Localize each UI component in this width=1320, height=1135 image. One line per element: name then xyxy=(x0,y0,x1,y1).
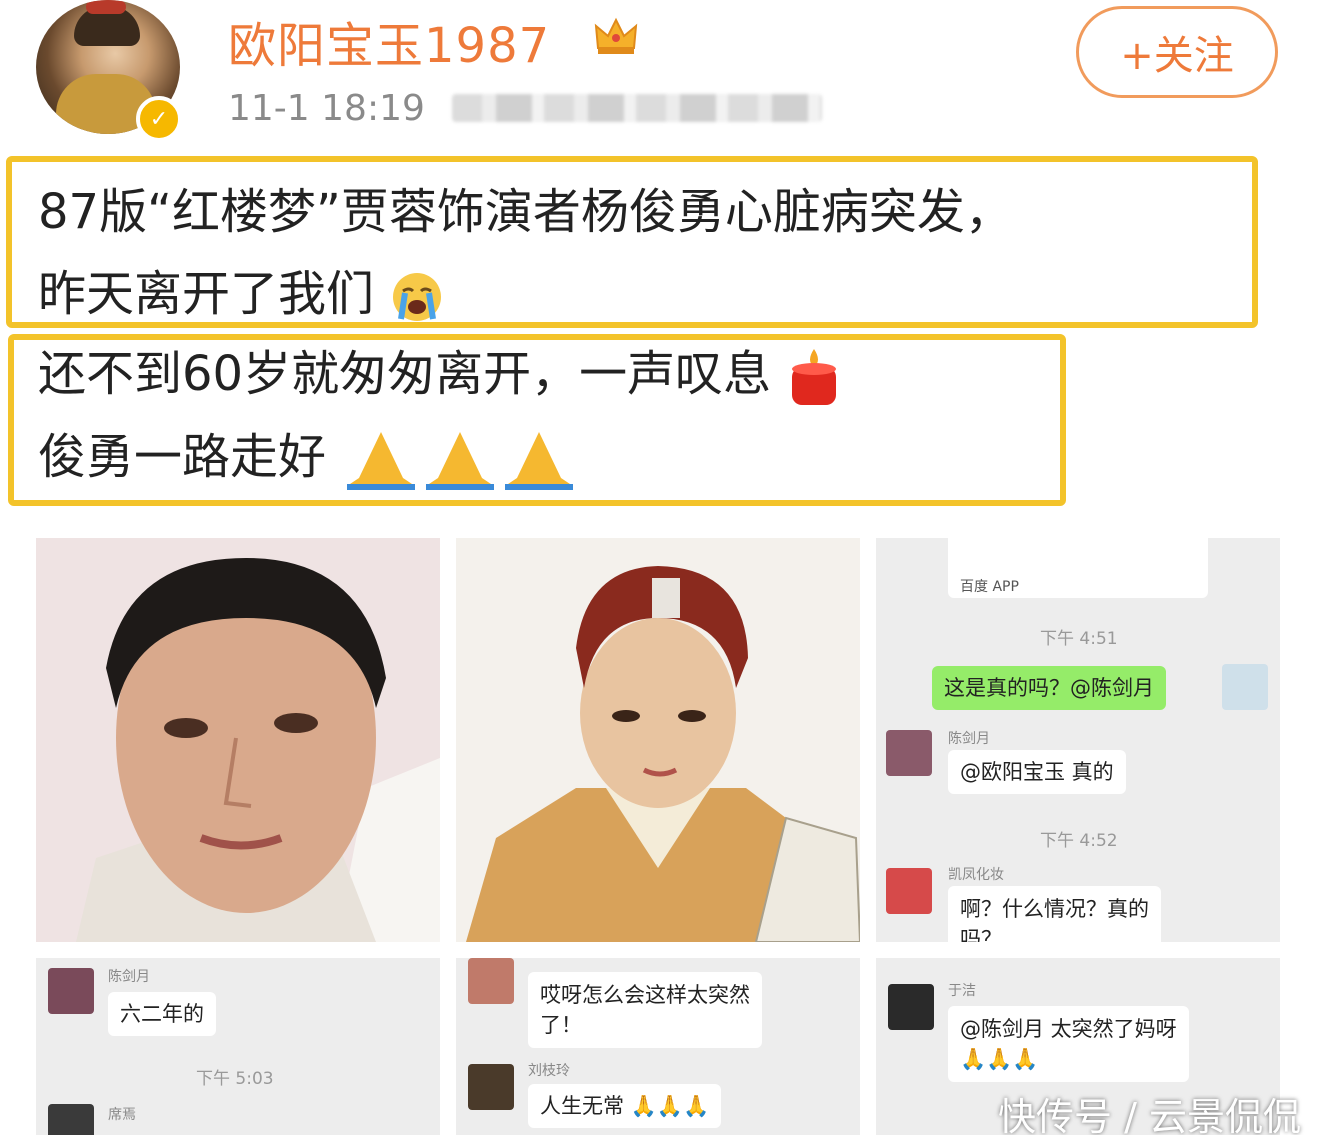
post-text-line-1: 87版“红楼梦”贾蓉饰演者杨俊勇心脏病突发， xyxy=(38,184,1013,240)
verified-badge-icon: ✓ xyxy=(136,96,182,142)
post-text-line-4: 俊勇一路走好 xyxy=(38,428,579,492)
avatar xyxy=(468,1064,514,1110)
post-timestamp: 11-1 18:19 xyxy=(228,88,425,129)
avatar xyxy=(48,968,94,1014)
post-text-line-2: 昨天离开了我们 xyxy=(38,266,445,325)
chat-sender-name: 席焉 xyxy=(108,1107,136,1123)
avatar xyxy=(468,958,514,1004)
post-text-line-2-text: 昨天离开了我们 xyxy=(38,266,375,322)
watermark: 快传号 / 云景侃侃 xyxy=(998,1095,1301,1135)
photo-portrait-costume[interactable] xyxy=(456,538,860,942)
chat-app-label: 百度 APP xyxy=(960,579,1019,595)
chat-screenshot-3[interactable]: 哎呀怎么会这样太突然 了！ 刘枝玲 人生无常 🙏🙏🙏 xyxy=(456,958,860,1135)
chat-message-line: 吗？ xyxy=(960,927,1002,942)
folded-hands-icon: 🙏🙏🙏 xyxy=(630,1094,710,1118)
chat-message-self: 这是真的吗？@陈剑月 xyxy=(932,666,1166,710)
crying-face-icon xyxy=(393,273,442,321)
chat-message: 六二年的 xyxy=(108,992,216,1036)
chat-message: @陈剑月 太突然了妈呀 🙏🙏🙏 xyxy=(948,1006,1189,1082)
chat-sender-name: 凯凤化妆 xyxy=(948,867,1004,883)
avatar xyxy=(888,984,934,1030)
folded-hands-icon xyxy=(347,432,574,490)
chat-message: 人生无常 🙏🙏🙏 xyxy=(528,1084,722,1128)
chat-message-text: 人生无常 xyxy=(540,1094,624,1118)
chat-screenshot-1[interactable]: 百度 APP 下午 4:51 这是真的吗？@陈剑月 陈剑月 @欧阳宝玉 真的 下… xyxy=(876,538,1280,942)
chat-message-line: 啊？什么情况？真的 xyxy=(960,897,1149,921)
crown-icon xyxy=(594,17,638,54)
chat-message-line: @陈剑月 太突然了妈呀 xyxy=(960,1017,1177,1041)
avatar xyxy=(886,730,932,776)
avatar xyxy=(1222,664,1268,710)
avatar xyxy=(886,868,932,914)
chat-sender-name: 刘枝玲 xyxy=(528,1063,570,1079)
folded-hands-icon: 🙏🙏🙏 xyxy=(960,1047,1039,1071)
avatar xyxy=(48,1104,94,1135)
chat-message: @欧阳宝玉 真的 xyxy=(948,750,1126,794)
chat-sender-name: 陈剑月 xyxy=(108,969,150,985)
chat-time: 下午 5:03 xyxy=(196,1069,274,1089)
chat-sender-name: 陈剑月 xyxy=(948,731,990,747)
chat-message-line: 了！ xyxy=(540,1013,582,1037)
chat-time: 下午 4:51 xyxy=(1040,629,1118,649)
chat-message: 啊？什么情况？真的 吗？ xyxy=(948,886,1161,942)
post-text-line-3-text: 还不到60岁就匆匆离开，一声叹息 xyxy=(38,346,772,402)
chat-sender-name: 于洁 xyxy=(948,983,976,999)
chat-message: 哎呀怎么会这样太突然 了！ xyxy=(528,972,762,1048)
candle-icon xyxy=(792,349,837,405)
chat-message-line: 哎呀怎么会这样太突然 xyxy=(540,983,750,1007)
post-text-line-3: 还不到60岁就匆匆离开，一声叹息 xyxy=(38,346,842,407)
follow-button[interactable]: +关注 xyxy=(1076,6,1278,98)
username[interactable]: 欧阳宝玉1987 xyxy=(228,6,550,76)
photo-portrait-modern[interactable] xyxy=(36,538,440,942)
chat-screenshot-2[interactable]: 陈剑月 六二年的 下午 5:03 席焉 xyxy=(36,958,440,1135)
chat-time: 下午 4:52 xyxy=(1040,831,1118,851)
blurred-source xyxy=(452,94,822,122)
post-text-line-4-text: 俊勇一路走好 xyxy=(38,429,327,485)
